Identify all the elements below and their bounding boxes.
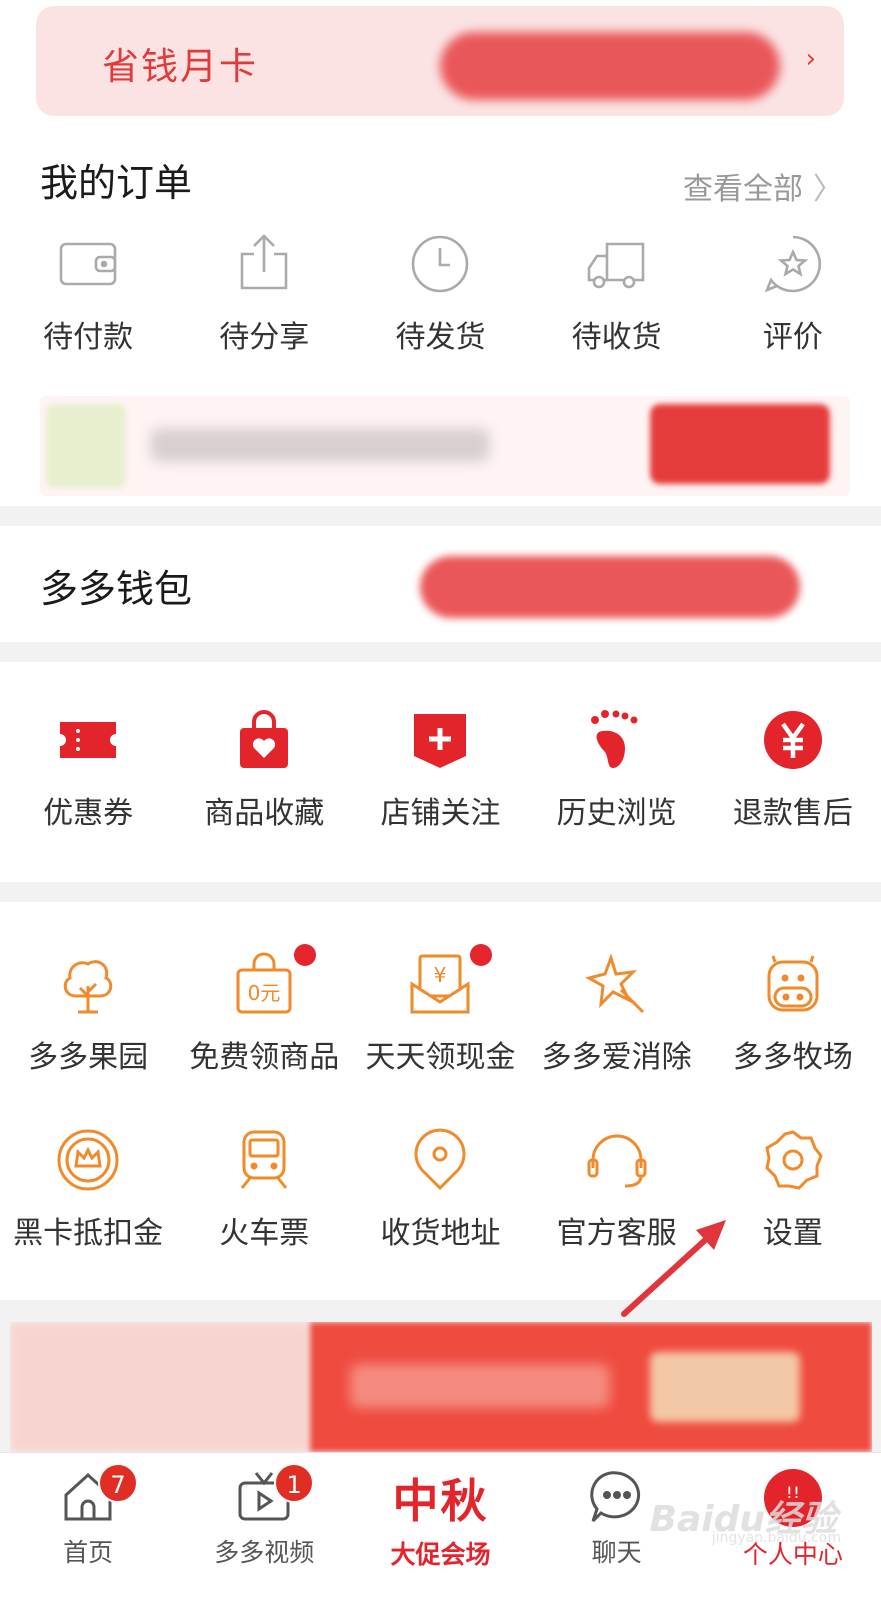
banner-left-blurred bbox=[10, 1322, 310, 1452]
free-bag-text: 0元 bbox=[248, 981, 281, 1005]
cash-envelope-text: ¥ bbox=[434, 963, 447, 987]
order-pending-shipment[interactable]: 待发货 bbox=[352, 232, 528, 356]
order-pending-receipt[interactable]: 待收货 bbox=[529, 232, 705, 356]
shortcut-label: 店铺关注 bbox=[380, 796, 501, 831]
tool-label: 收货地址 bbox=[380, 1216, 501, 1251]
chevron-right-icon: 〉 bbox=[813, 172, 843, 207]
tool-daily-cash[interactable]: ¥ 天天领现金 bbox=[352, 944, 528, 1076]
tool-black-card[interactable]: 黑卡抵扣金 bbox=[0, 1128, 176, 1252]
shortcut-favorites[interactable]: 商品收藏 bbox=[176, 708, 352, 832]
savings-card-title: 省钱月卡 bbox=[102, 45, 258, 88]
tool-label: 多多果园 bbox=[28, 1040, 149, 1075]
order-pending-payment[interactable]: 待付款 bbox=[0, 232, 176, 356]
videos-badge: 1 bbox=[274, 1463, 315, 1503]
cow-icon bbox=[767, 955, 819, 1012]
star-wand-icon bbox=[584, 953, 644, 1014]
footprint-icon bbox=[590, 710, 638, 768]
location-pin-icon bbox=[414, 1128, 466, 1191]
order-status-label: 待付款 bbox=[43, 320, 134, 355]
tool-label: 多多爱消除 bbox=[541, 1040, 692, 1075]
tab-label: 首页 bbox=[63, 1538, 114, 1567]
tab-promo-venue[interactable]: 中秋 大促会场 bbox=[352, 1453, 528, 1600]
tool-label: 免费领商品 bbox=[189, 1040, 340, 1075]
orders-section: 我的订单 查看全部〉 待付款 待分享 待发货 待收货 评价 bbox=[0, 118, 881, 506]
shortcut-followed-shops[interactable]: 店铺关注 bbox=[352, 708, 528, 832]
tab-videos[interactable]: 1 多多视频 bbox=[176, 1453, 352, 1600]
shortcut-label: 商品收藏 bbox=[204, 796, 325, 831]
cash-envelope-icon: ¥ bbox=[410, 954, 470, 1014]
tool-label: 多多牧场 bbox=[732, 1040, 853, 1075]
chevron-right-icon: › bbox=[805, 44, 816, 74]
membership-strip: 省钱月卡 › bbox=[0, 0, 881, 118]
tools-row-1: 多多果园 0元 免费领商品 ¥ 天天领现金 多多爱消除 多多牧场 bbox=[0, 944, 881, 1076]
order-status-row: 待付款 待分享 待发货 待收货 评价 bbox=[0, 232, 881, 356]
view-all-orders-link[interactable]: 查看全部〉 bbox=[683, 164, 843, 208]
wallet-title: 多多钱包 bbox=[40, 567, 193, 611]
coupon-icon bbox=[60, 722, 117, 758]
tools-section: 多多果园 0元 免费领商品 ¥ 天天领现金 多多爱消除 多多牧场 黑卡抵扣金 火… bbox=[0, 902, 881, 1317]
tools-row-2: 黑卡抵扣金 火车票 收货地址 官方客服 设置 bbox=[0, 1128, 881, 1252]
wallet-icon bbox=[59, 242, 117, 286]
tree-icon bbox=[63, 960, 113, 1014]
shortcut-label: 历史浏览 bbox=[556, 796, 677, 831]
tab-label: 大促会场 bbox=[390, 1540, 491, 1569]
order-status-label: 评价 bbox=[762, 320, 823, 355]
order-promo-banner[interactable] bbox=[40, 396, 850, 496]
promo-tab-title: 中秋 bbox=[392, 1474, 489, 1528]
bottom-promo-banner[interactable] bbox=[10, 1322, 872, 1452]
promo-action-button[interactable] bbox=[650, 404, 830, 484]
free-bag-icon: 0元 bbox=[236, 952, 292, 1014]
baidu-watermark-url: jingyan.baidu.com bbox=[711, 1530, 841, 1546]
share-icon bbox=[240, 234, 288, 290]
order-status-label: 待收货 bbox=[571, 320, 662, 355]
order-pending-share[interactable]: 待分享 bbox=[176, 232, 352, 356]
tool-label: 天天领现金 bbox=[365, 1040, 516, 1075]
shortcut-coupons[interactable]: 优惠券 bbox=[0, 708, 176, 832]
tool-ranch[interactable]: 多多牧场 bbox=[705, 952, 881, 1076]
tool-label: 火车票 bbox=[219, 1216, 310, 1251]
tab-home[interactable]: 7 首页 bbox=[0, 1453, 176, 1600]
shortcut-refunds[interactable]: 退款售后 bbox=[705, 708, 881, 832]
star-bubble-icon bbox=[764, 235, 821, 293]
yen-circle-icon bbox=[763, 711, 822, 769]
banner-blurred-button bbox=[650, 1352, 800, 1422]
view-all-label: 查看全部 bbox=[683, 172, 803, 207]
clock-icon bbox=[412, 235, 469, 293]
banner-blurred-text bbox=[350, 1364, 610, 1408]
shortcut-history[interactable]: 历史浏览 bbox=[529, 708, 705, 832]
order-status-label: 待分享 bbox=[219, 320, 310, 355]
headset-icon bbox=[587, 1134, 647, 1188]
home-badge: 7 bbox=[98, 1463, 138, 1503]
notification-dot bbox=[470, 944, 493, 966]
promo-thumbnail bbox=[46, 404, 126, 488]
promo-blurred-text bbox=[150, 428, 490, 462]
truck-icon bbox=[587, 242, 644, 289]
train-icon bbox=[241, 1130, 288, 1189]
chat-bubble-icon bbox=[589, 1471, 640, 1523]
tab-label: 多多视频 bbox=[214, 1538, 315, 1567]
order-review[interactable]: 评价 bbox=[705, 232, 881, 356]
order-status-label: 待发货 bbox=[395, 320, 486, 355]
shortcut-label: 退款售后 bbox=[732, 796, 853, 831]
crown-coin-icon bbox=[57, 1129, 119, 1191]
tool-match-game[interactable]: 多多爱消除 bbox=[529, 952, 705, 1076]
savings-card-blurred-promo bbox=[440, 32, 780, 100]
notification-dot bbox=[294, 944, 317, 966]
heart-bag-icon bbox=[240, 710, 289, 768]
shortcut-label: 优惠券 bbox=[43, 796, 134, 831]
wallet-blurred-promo bbox=[420, 556, 800, 618]
wallet-section[interactable]: 多多钱包 bbox=[0, 526, 881, 642]
shortcut-row: 优惠券 商品收藏 店铺关注 历史浏览 退款售后 bbox=[0, 708, 881, 832]
tool-train-tickets[interactable]: 火车票 bbox=[176, 1128, 352, 1252]
savings-card-banner[interactable]: 省钱月卡 › bbox=[36, 6, 844, 116]
orders-title: 我的订单 bbox=[40, 161, 193, 205]
tool-free-goods[interactable]: 0元 免费领商品 bbox=[176, 944, 352, 1076]
shortcut-section: 优惠券 商品收藏 店铺关注 历史浏览 退款售后 bbox=[0, 662, 881, 882]
tool-shipping-address[interactable]: 收货地址 bbox=[352, 1128, 528, 1252]
shop-plus-icon bbox=[414, 714, 467, 768]
gear-icon bbox=[765, 1130, 823, 1190]
tool-label: 黑卡抵扣金 bbox=[13, 1216, 164, 1251]
annotation-arrow bbox=[621, 1220, 726, 1317]
tool-orchard[interactable]: 多多果园 bbox=[0, 952, 176, 1076]
